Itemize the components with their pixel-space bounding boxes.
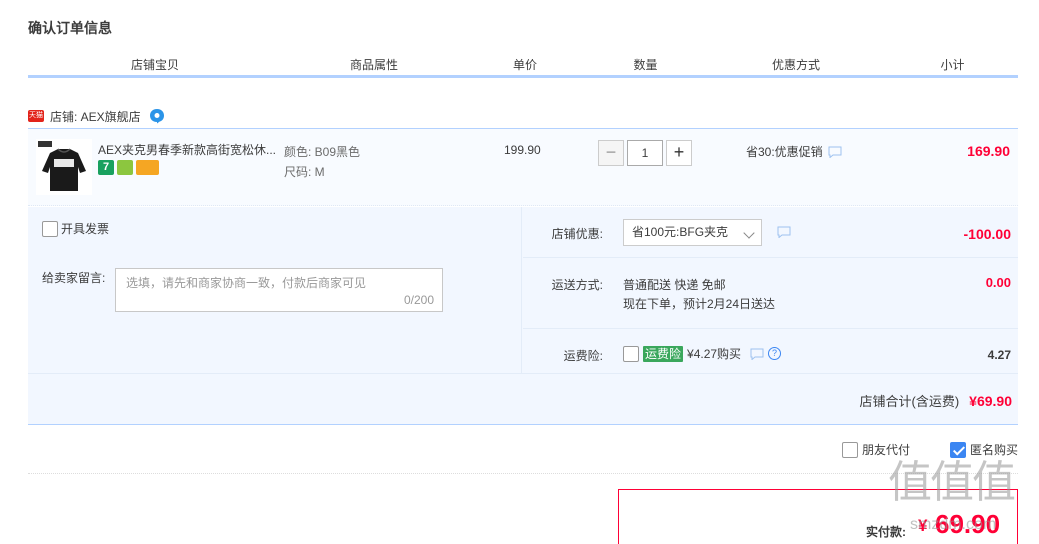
friend-pay-label: 朋友代付 xyxy=(862,443,911,457)
memo-placeholder: 选填，请先和商家协商一致，付款后商家可见 xyxy=(126,276,367,290)
watermark-url: smzdm.com xyxy=(910,516,997,533)
memo-label: 给卖家留言: xyxy=(42,271,106,285)
quantity-minus-button[interactable]: − xyxy=(598,140,624,166)
insurance-section: 运费险: 运费险 ¥4.27购买 ? 4.27 xyxy=(523,207,1018,373)
service-badges: 7 xyxy=(98,160,159,175)
quantity-stepper: − 1 + xyxy=(598,140,692,166)
watermark-logo: 值值值 xyxy=(888,457,1016,508)
shop-total-label: 店铺合计(含运费) xyxy=(859,394,960,409)
memo-char-count: 0/200 xyxy=(403,293,434,307)
order-options-panel: 开具发票 给卖家留言: 选填，请先和商家协商一致，付款后商家可见 0/200 店… xyxy=(28,207,1018,425)
options-left: 开具发票 给卖家留言: 选填，请先和商家协商一致，付款后商家可见 0/200 xyxy=(28,207,522,373)
friend-pay-option[interactable]: 朋友代付 xyxy=(842,441,910,458)
seven-day-return-icon[interactable]: 7 xyxy=(98,160,114,175)
invoice-label: 开具发票 xyxy=(61,222,110,236)
watermark: 值值值 smzdm.com xyxy=(888,458,1034,544)
quantity-input[interactable]: 1 xyxy=(627,140,663,166)
shop-total: 店铺合计(含运费) ¥69.90 xyxy=(860,391,1013,410)
col-shop-item: 店铺宝贝 xyxy=(28,56,282,78)
invoice-option[interactable]: 开具发票 xyxy=(42,220,109,237)
anonymous-buy-label: 匿名购买 xyxy=(970,443,1019,457)
wangwang-chat-icon[interactable] xyxy=(149,108,165,124)
comment-icon[interactable] xyxy=(828,146,842,158)
insurance-label: 运费险: xyxy=(563,349,603,363)
shop-total-amount: ¥69.90 xyxy=(969,393,1012,409)
insurance-amount: 4.27 xyxy=(987,348,1011,362)
product-title-link[interactable]: AEX夹克男春季新款高街宽松休... xyxy=(98,141,280,158)
credit-card-icon[interactable] xyxy=(136,160,159,175)
attr-color: 颜色: B09黑色 xyxy=(284,145,361,159)
promotion-info: 省30:优惠促销 xyxy=(746,143,842,160)
item-subtotal: 169.90 xyxy=(967,143,1010,159)
comment-icon[interactable] xyxy=(750,348,764,360)
col-quantity: 数量 xyxy=(586,56,705,78)
column-header: 店铺宝贝 商品属性 单价 数量 优惠方式 小计 xyxy=(28,56,1018,78)
help-icon[interactable]: ? xyxy=(768,347,782,360)
guarantee-icon[interactable] xyxy=(117,160,133,175)
product-thumbnail[interactable] xyxy=(36,139,92,195)
memo-textarea[interactable]: 选填，请先和商家协商一致，付款后商家可见 0/200 xyxy=(115,268,443,312)
quantity-plus-button[interactable]: + xyxy=(666,140,692,166)
col-subtotal: 小计 xyxy=(887,56,1018,78)
page-title: 确认订单信息 xyxy=(28,20,112,36)
anonymous-buy-checkbox[interactable] xyxy=(950,441,966,458)
unit-price: 199.90 xyxy=(504,143,541,157)
attr-size: 尺码: M xyxy=(284,165,325,179)
promotion-text: 省30:优惠促销 xyxy=(746,145,823,159)
anonymous-buy-option[interactable]: 匿名购买 xyxy=(950,441,1018,458)
divider xyxy=(28,373,1018,374)
friend-pay-checkbox[interactable] xyxy=(842,441,858,458)
col-unit-price: 单价 xyxy=(466,56,584,78)
shop-row: 天猫 店铺: AEX旗舰店 xyxy=(28,106,165,126)
insurance-price: ¥4.27购买 xyxy=(687,347,742,361)
insurance-checkbox[interactable] xyxy=(623,345,639,362)
order-item-row: AEX夹克男春季新款高街宽松休... 7 颜色: B09黑色 尺码: M 199… xyxy=(28,128,1018,206)
insurance-badge: 运费险 xyxy=(643,345,684,362)
insurance-option: 运费险 ¥4.27购买 ? xyxy=(623,345,782,362)
shop-name-link[interactable]: 店铺: AEX旗舰店 xyxy=(50,108,141,125)
tmall-icon: 天猫 xyxy=(28,110,44,122)
invoice-checkbox[interactable] xyxy=(42,220,58,237)
divider xyxy=(28,473,1018,474)
col-attributes: 商品属性 xyxy=(284,56,464,78)
col-discount: 优惠方式 xyxy=(707,56,885,78)
